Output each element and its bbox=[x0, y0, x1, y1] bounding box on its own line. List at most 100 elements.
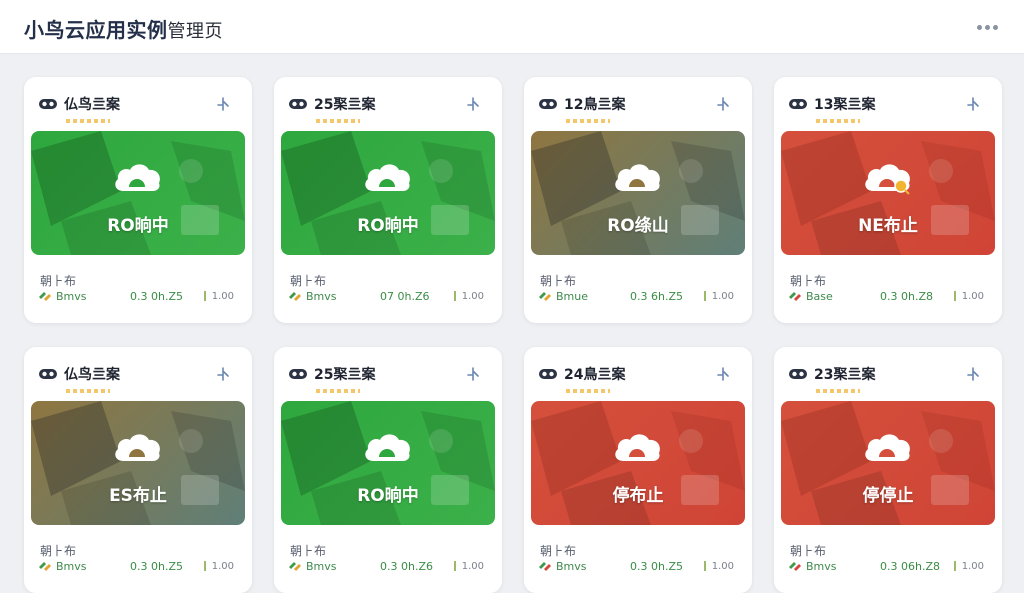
instance-preview[interactable]: RO绦山 bbox=[531, 131, 745, 255]
instance-preview[interactable]: RO晌中 bbox=[31, 131, 245, 255]
pin-icon bbox=[217, 97, 229, 111]
tag-badge: Bmvs bbox=[788, 560, 837, 573]
instance-card[interactable]: 12鳥亖案 RO绦山 朝⺊布 Bmue 0.3 6h.Z5 1.00 bbox=[524, 77, 752, 323]
vr-headset-icon bbox=[288, 366, 308, 382]
meta-row: Bmvs 0.3 0h.Z6 1.00 bbox=[288, 559, 488, 573]
card-header: 仏鸟亖案 bbox=[38, 93, 238, 115]
page-title: 小鸟云应用实例管理页 bbox=[24, 14, 223, 43]
usage-value: 1.00 bbox=[453, 290, 484, 302]
instance-card[interactable]: 25棸亖案 RO晌中 朝⺊布 bbox=[274, 77, 502, 323]
pin-icon bbox=[967, 367, 979, 381]
meta-row: Bmvs 0.3 06h.Z8 1.00 bbox=[788, 559, 988, 573]
accent-marker bbox=[566, 389, 610, 393]
usage-value: 1.00 bbox=[453, 561, 484, 572]
instance-preview[interactable]: 停停止 bbox=[781, 401, 995, 525]
instance-grid: 仏鸟亖案 RO晌中 朝⺊布 Bmvs 0.3 0h.Z5 1.00 25棸亖案 … bbox=[24, 77, 1002, 593]
accent-marker bbox=[816, 119, 860, 123]
top-bar: 小鸟云应用实例管理页 bbox=[0, 0, 1024, 54]
pin-button[interactable] bbox=[462, 363, 484, 385]
instance-card[interactable]: 23棸亖案 停停止 朝⺊布 Bmvs 0.3 06h.Z8 1.00 bbox=[774, 347, 1002, 593]
pin-button[interactable] bbox=[712, 93, 734, 115]
pin-icon bbox=[967, 97, 979, 111]
accent-marker bbox=[66, 389, 110, 393]
accent-marker bbox=[66, 119, 110, 123]
vr-headset-icon bbox=[38, 366, 58, 382]
usage-value-text: 1.00 bbox=[711, 290, 734, 302]
instance-status: 停停止 bbox=[862, 486, 914, 506]
pin-button[interactable] bbox=[212, 363, 234, 385]
instance-preview[interactable]: RO晌中 bbox=[281, 131, 495, 255]
tag-badge: Base bbox=[788, 290, 833, 303]
instance-preview[interactable]: RO晌中 bbox=[281, 401, 495, 525]
instance-card[interactable]: 24鳥亖案 停布止 朝⺊布 Bmvs 0.3 0h.Z5 1.00 bbox=[524, 347, 752, 593]
instance-name: 24鳥亖案 bbox=[564, 367, 626, 383]
instance-name: 13棸亖案 bbox=[814, 97, 876, 113]
more-horizontal-icon bbox=[976, 24, 982, 30]
instance-status: RO绦山 bbox=[607, 216, 669, 236]
pin-button[interactable] bbox=[462, 93, 484, 115]
meta-row: Bmvs 0.3 0h.Z5 1.00 bbox=[38, 559, 238, 573]
vr-headset-icon bbox=[538, 366, 558, 382]
tag-label: Bmvs bbox=[56, 559, 87, 573]
meta-label: 朝⺊布 bbox=[290, 274, 327, 288]
usage-value: 1.00 bbox=[203, 291, 234, 302]
instance-metric: 0.3 0h.Z5 bbox=[630, 559, 683, 573]
usage-bar bbox=[953, 291, 956, 301]
instance-name: 23棸亖案 bbox=[814, 367, 876, 383]
usage-value: 1.00 bbox=[703, 561, 734, 572]
tag-badge: Bmvs bbox=[38, 290, 87, 303]
meta-row: Base 0.3 0h.Z8 1.00 bbox=[788, 289, 988, 303]
tag-badge: Bmvs bbox=[288, 560, 337, 573]
pin-button[interactable] bbox=[962, 93, 984, 115]
instance-status: ES布止 bbox=[109, 486, 167, 506]
card-header: 25棸亖案 bbox=[288, 93, 488, 115]
instance-metric: 0.3 0h.Z5 bbox=[130, 559, 183, 573]
meta-label: 朝⺊布 bbox=[790, 544, 827, 558]
card-header: 仏鸟亖案 bbox=[38, 363, 238, 385]
pin-icon bbox=[467, 367, 479, 381]
pin-icon bbox=[717, 97, 729, 111]
tag-icon bbox=[789, 562, 801, 571]
tag-label: Bmvs bbox=[306, 559, 337, 573]
instance-metric: 0.3 0h.Z6 bbox=[380, 559, 433, 573]
vr-headset-icon bbox=[288, 96, 308, 112]
instance-card[interactable]: 13棸亖案 NE布止 朝⺊布 Base 0.3 0h.Z8 1.00 bbox=[774, 77, 1002, 323]
instance-card[interactable]: 仏鸟亖案 ES布止 朝⺊布 Bmvs 0.3 0h.Z5 1.00 bbox=[24, 347, 252, 593]
more-dot bbox=[984, 24, 990, 30]
cloud-icon bbox=[365, 434, 410, 461]
usage-bar bbox=[703, 561, 706, 571]
usage-value-text: 1.00 bbox=[961, 560, 984, 572]
pin-button[interactable] bbox=[712, 363, 734, 385]
instance-preview[interactable]: 停布止 bbox=[531, 401, 745, 525]
accent-marker bbox=[816, 389, 860, 393]
usage-value-text: 1.00 bbox=[461, 290, 484, 302]
instance-card[interactable]: 仏鸟亖案 RO晌中 朝⺊布 Bmvs 0.3 0h.Z5 1.00 bbox=[24, 77, 252, 323]
usage-bar bbox=[953, 561, 956, 571]
pin-button[interactable] bbox=[212, 93, 234, 115]
pin-button[interactable] bbox=[962, 363, 984, 385]
cloud-icon bbox=[115, 434, 160, 461]
cloud-icon bbox=[365, 164, 410, 191]
meta-label: 朝⺊布 bbox=[790, 274, 827, 288]
instance-preview[interactable]: ES布止 bbox=[31, 401, 245, 525]
cloud-icon bbox=[865, 164, 910, 195]
instance-status: RO晌中 bbox=[357, 216, 419, 236]
more-dot bbox=[992, 24, 998, 30]
tag-label: Bmvs bbox=[556, 559, 587, 573]
accent-marker bbox=[316, 119, 360, 123]
tag-badge: Bmvs bbox=[538, 560, 587, 573]
more-options-button[interactable] bbox=[974, 14, 1000, 40]
meta-label: 朝⺊布 bbox=[290, 544, 327, 558]
tag-badge: Bmvs bbox=[38, 560, 87, 573]
cloud-icon bbox=[615, 164, 660, 191]
instance-status: 停布止 bbox=[612, 486, 664, 506]
pin-icon bbox=[467, 97, 479, 111]
usage-bar bbox=[203, 561, 206, 571]
instance-preview[interactable]: NE布止 bbox=[781, 131, 995, 255]
meta-label: 朝⺊布 bbox=[540, 274, 577, 288]
instance-card[interactable]: 25棸亖案 RO晌中 朝⺊布 bbox=[274, 347, 502, 593]
meta-row: Bmvs 07 0h.Z6 1.00 bbox=[288, 289, 488, 303]
instance-name: 25棸亖案 bbox=[314, 367, 376, 383]
meta-row: Bmue 0.3 6h.Z5 1.00 bbox=[538, 289, 738, 303]
instance-name: 12鳥亖案 bbox=[564, 97, 626, 113]
